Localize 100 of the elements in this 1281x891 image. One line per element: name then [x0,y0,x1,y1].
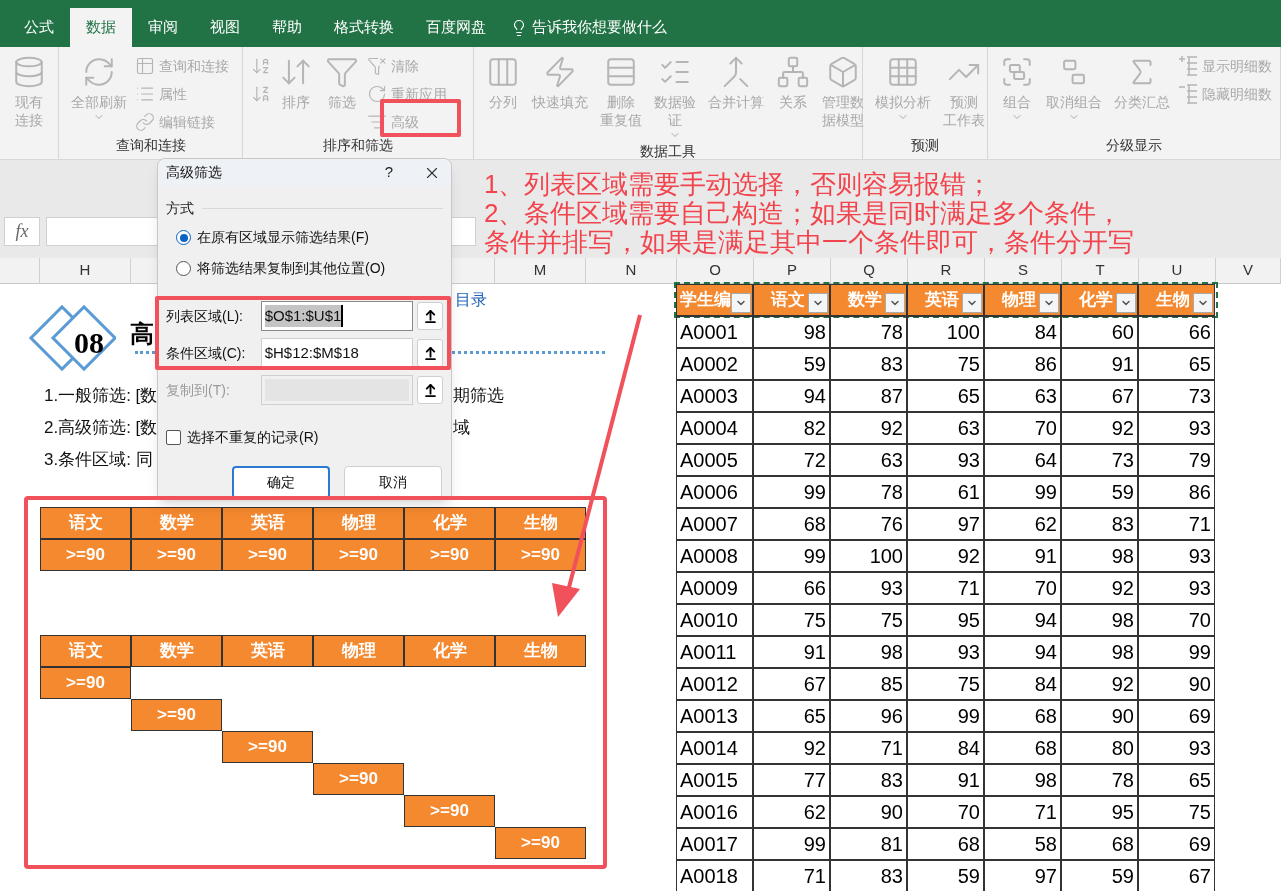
table-cell: 98 [753,316,830,348]
table-cell: 80 [1061,732,1138,764]
table-cell: 91 [1061,348,1138,380]
criteria-header: 化学 [404,507,495,539]
table-cell: 98 [1061,604,1138,636]
criteria-header: 语文 [40,507,131,539]
table-cell: 94 [984,604,1061,636]
table-cell: 84 [907,732,984,764]
table-cell: 97 [984,860,1061,891]
table-cell: 59 [1061,860,1138,891]
table-cell: A0006 [676,476,753,508]
table-cell: 99 [753,476,830,508]
group-label: 预测 [911,136,939,155]
note-text: 3.条件区域: 同 [44,450,153,470]
filter-icon [325,55,360,89]
filter-dropdown[interactable] [885,293,905,313]
filter-dropdown[interactable] [808,293,828,313]
upload-arrow-icon [422,308,438,324]
ribbon-tab[interactable]: 百度网盘 [410,8,502,47]
collapse-button[interactable] [417,302,443,330]
table-header: 学生编 [676,284,753,316]
table-cell: 75 [753,604,830,636]
table-cell: 93 [907,444,984,476]
table-cell: 93 [1138,540,1215,572]
table-cell: 71 [1138,508,1215,540]
help-button[interactable]: ? [375,161,403,184]
input-field[interactable]: $O$1:$U$1 [260,301,414,331]
table-cell: A0013 [676,700,753,732]
table-cell: 94 [984,636,1061,668]
table-cell: 90 [1061,700,1138,732]
column-header[interactable]: Q [831,258,908,283]
table-cell: 75 [1138,796,1215,828]
table-cell: A0009 [676,572,753,604]
ribbon-tab[interactable]: 帮助 [256,8,318,47]
table-cell: 68 [1061,828,1138,860]
table-cell: 85 [830,668,907,700]
ribbon-tab[interactable]: 数据 [70,8,132,47]
rows-icon [604,55,638,89]
column-header[interactable]: V [1216,258,1281,283]
table-cell: 98 [1061,540,1138,572]
column-header[interactable]: T [1062,258,1139,283]
filter-dropdown[interactable] [962,293,982,313]
collapse-button[interactable] [417,339,443,367]
group-label: 数据工具 [640,142,696,161]
collapse-button[interactable] [417,376,443,404]
table-cell: A0010 [676,604,753,636]
table-cell: 97 [907,508,984,540]
table-cell: 84 [984,316,1061,348]
table-cell: 93 [907,636,984,668]
column-header[interactable]: M [495,258,586,283]
database-icon [12,55,46,89]
lightning-icon [543,55,577,89]
ribbon-tab[interactable]: 视图 [194,8,256,47]
tell-me-search[interactable]: 告诉我你想要做什么 [502,8,675,47]
radio-button[interactable] [176,261,191,276]
dialog-title: 高级筛选 [166,163,223,182]
criteria-cell: >=90 [222,539,313,571]
table-cell: 75 [830,604,907,636]
table-cell: 93 [830,572,907,604]
function-button[interactable]: fx [4,217,40,246]
filter-dropdown[interactable] [1193,293,1213,313]
input-field[interactable]: $H$12:$M$18 [260,338,414,368]
radio-button[interactable] [176,230,191,245]
column-header[interactable]: U [1139,258,1216,283]
table-cell: 92 [753,732,830,764]
table-header: 物理 [984,284,1061,316]
checkbox[interactable] [166,430,181,445]
table-cell: A0014 [676,732,753,764]
column-header[interactable]: N [586,258,677,283]
column-header[interactable]: H [40,258,131,283]
table-cell: 67 [753,668,830,700]
ribbon-tab[interactable]: 公式 [8,8,70,47]
ribbon-tab[interactable]: 审阅 [132,8,194,47]
column-header[interactable]: O [677,258,754,283]
column-header[interactable]: S [985,258,1062,283]
table-cell: 99 [753,540,830,572]
table-cell: 83 [830,348,907,380]
table-cell: 96 [830,700,907,732]
table-cell: 84 [984,668,1061,700]
table-cell: 67 [1138,860,1215,891]
minus-list-icon [1178,84,1198,104]
contents-link[interactable]: 目录 [455,288,487,312]
radio-option[interactable]: 在原有区域显示筛选结果(F) [176,227,451,248]
filter-clear-icon [367,56,388,76]
table-cell: 66 [1138,316,1215,348]
filter-dropdown[interactable] [1039,293,1059,313]
ribbon-tab[interactable]: 格式转换 [318,8,410,47]
table-cell: 69 [1138,700,1215,732]
table-cell: 92 [1061,668,1138,700]
filter-dropdown[interactable] [731,293,751,313]
annotation-text: 2、条件区域需要自己构造；如果是同时满足多个条件， [484,199,1123,228]
radio-option[interactable]: 将筛选结果复制到其他位置(O) [176,258,451,279]
filter-dropdown[interactable] [1116,293,1136,313]
column-header[interactable]: P [754,258,831,283]
table-cell: 93 [1138,732,1215,764]
table-cell: 75 [907,668,984,700]
checkbox-option[interactable]: 选择不重复的记录(R) [158,427,451,448]
column-header[interactable]: R [908,258,985,283]
table-cell: A0011 [676,636,753,668]
table-cell: 98 [1061,636,1138,668]
